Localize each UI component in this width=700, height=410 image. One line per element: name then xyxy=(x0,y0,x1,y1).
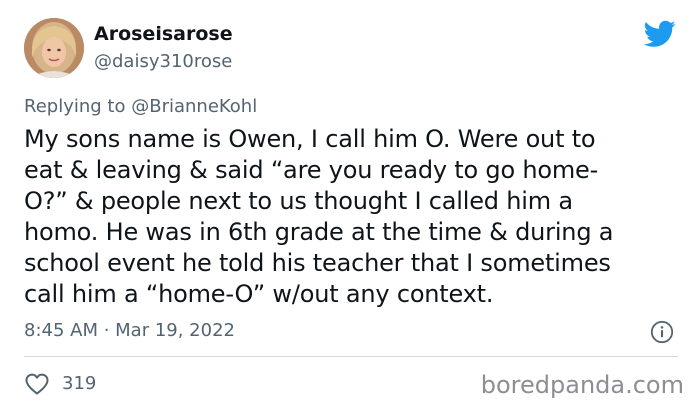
divider xyxy=(24,356,678,357)
tweet-line: O?” & people next to us thought I called… xyxy=(24,187,573,215)
twitter-bird-icon[interactable] xyxy=(644,20,676,48)
author-display-name[interactable]: Aroseisarose xyxy=(94,22,233,46)
like-button[interactable]: 319 xyxy=(24,371,96,397)
info-icon[interactable] xyxy=(650,320,674,344)
reply-prefix: Replying to xyxy=(24,96,126,117)
tweet-line: eat & leaving & said “are you ready to g… xyxy=(24,156,599,184)
profile-photo xyxy=(24,18,84,78)
author-handle[interactable]: @daisy310rose xyxy=(94,50,232,74)
tweet-line: homo. He was in 6th grade at the time & … xyxy=(24,218,614,246)
like-count: 319 xyxy=(62,373,97,394)
reply-context: Replying to @BrianneKohl xyxy=(24,95,257,119)
watermark: boredpanda.com xyxy=(480,371,684,399)
avatar[interactable] xyxy=(24,18,84,78)
tweet-timestamp[interactable]: 8:45 AM · Mar 19, 2022 xyxy=(24,319,235,343)
reply-to-handle[interactable]: @BrianneKohl xyxy=(131,96,257,117)
heart-icon xyxy=(25,373,49,395)
tweet-line: call him a “home-O” w/out any context. xyxy=(24,280,494,308)
tweet-text: My sons name is Owen, I call him O. Were… xyxy=(24,124,674,310)
tweet-line: My sons name is Owen, I call him O. Were… xyxy=(24,125,596,153)
tweet-line: school event he told his teacher that I … xyxy=(24,249,611,277)
